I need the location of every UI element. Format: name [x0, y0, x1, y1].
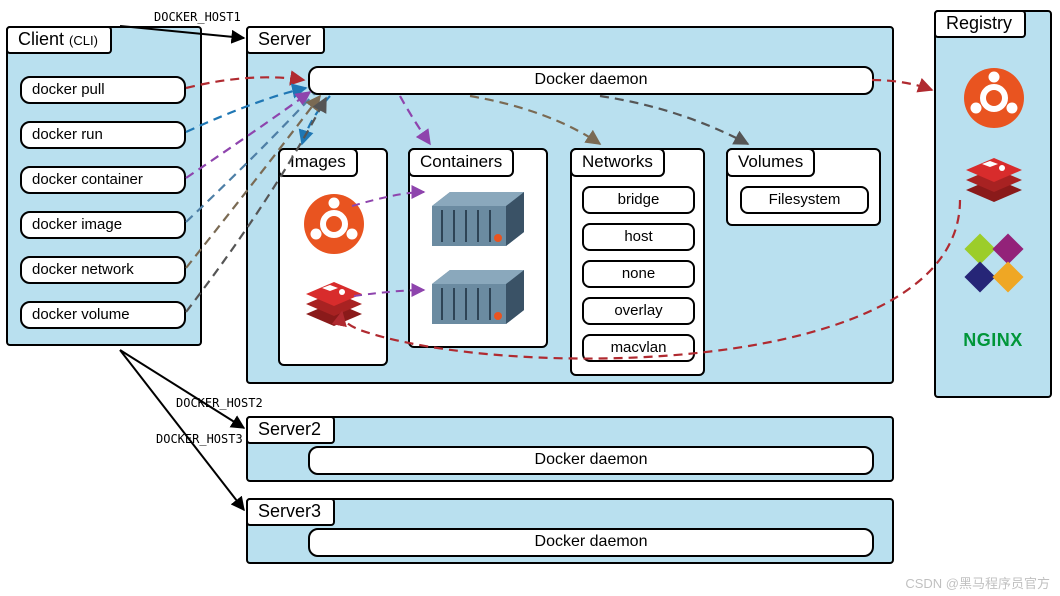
edge-client-to-server3 — [120, 350, 244, 510]
images-panel: Images — [278, 148, 388, 366]
network-overlay: overlay — [582, 297, 695, 325]
network-none: none — [582, 260, 695, 288]
server3-box: Server3 Docker daemon — [246, 498, 894, 564]
registry-redis-icon — [962, 156, 1026, 208]
network-macvlan: macvlan — [582, 334, 695, 362]
server2-box: Server2 Docker daemon — [246, 416, 894, 482]
server3-title: Server3 — [246, 498, 335, 526]
containers-title: Containers — [408, 148, 514, 177]
container-2-icon — [430, 268, 526, 326]
registry-title: Registry — [934, 10, 1026, 38]
network-bridge: bridge — [582, 186, 695, 214]
server1-box: Server Docker daemon Images Containers — [246, 26, 894, 384]
registry-centos-icon — [963, 232, 1025, 294]
network-host: host — [582, 223, 695, 251]
watermark: CSDN @黑马程序员官方 — [905, 573, 1050, 592]
registry-ubuntu-icon — [962, 66, 1026, 130]
registry-box: Registry NGINX — [934, 10, 1052, 398]
edge-client-to-server2 — [120, 350, 244, 428]
client-subtitle: (CLI) — [69, 33, 98, 48]
cmd-docker-image: docker image — [20, 211, 186, 239]
containers-panel: Containers — [408, 148, 548, 348]
server2-daemon: Docker daemon — [308, 446, 874, 475]
networks-panel: Networks bridge host none overlay macvla… — [570, 148, 705, 376]
networks-title: Networks — [570, 148, 665, 177]
cmd-docker-run: docker run — [20, 121, 186, 149]
volumes-title: Volumes — [726, 148, 815, 177]
label-docker-host3: DOCKER_HOST3 — [156, 432, 243, 446]
client-box: Client (CLI) docker pull docker run dock… — [6, 26, 202, 346]
volume-filesystem: Filesystem — [740, 186, 869, 214]
cmd-docker-volume: docker volume — [20, 301, 186, 329]
server1-daemon: Docker daemon — [308, 66, 874, 95]
server3-daemon: Docker daemon — [308, 528, 874, 557]
server1-title: Server — [246, 26, 325, 54]
label-docker-host2: DOCKER_HOST2 — [176, 396, 263, 410]
cmd-docker-network: docker network — [20, 256, 186, 284]
registry-nginx-icon: NGINX — [936, 330, 1050, 351]
cmd-docker-pull: docker pull — [20, 76, 186, 104]
server2-title: Server2 — [246, 416, 335, 444]
volumes-panel: Volumes Filesystem — [726, 148, 881, 226]
container-1-icon — [430, 190, 526, 248]
cmd-docker-container: docker container — [20, 166, 186, 194]
ubuntu-icon — [302, 192, 366, 256]
label-docker-host1: DOCKER_HOST1 — [154, 10, 241, 24]
client-title: Client (CLI) — [6, 26, 112, 54]
redis-icon — [302, 280, 366, 332]
client-title-text: Client — [18, 29, 64, 49]
images-title: Images — [278, 148, 358, 177]
